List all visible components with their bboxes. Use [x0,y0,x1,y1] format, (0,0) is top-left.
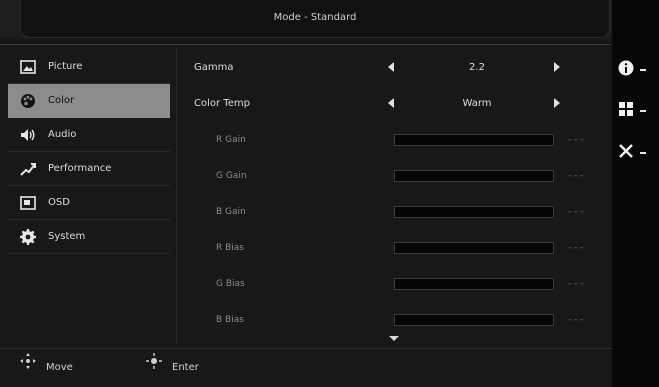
sidebar: Picture Color Audio Performance OSD Syst… [0,50,172,254]
dash-icon [640,152,646,154]
slider-label: R Gain [216,135,246,145]
sidebar-item-audio[interactable]: Audio [8,118,170,152]
sidebar-item-label: Color [48,95,75,106]
gamma-value: 2.2 [469,62,485,73]
speaker-icon [20,127,36,143]
sidebar-item-label: Audio [48,129,77,140]
mode-title: Mode - Standard [273,12,357,23]
slider-track[interactable] [394,314,554,326]
hotkey-menu[interactable] [618,101,656,121]
arrow-left-icon[interactable] [388,98,394,108]
g-bias-slider[interactable]: G Bias - - - [180,266,610,302]
slider-value: - - - [568,207,584,217]
slider-label: B Gain [216,207,246,217]
slider-value: - - - [568,243,584,253]
color-temp-setting[interactable]: Color Temp Warm [180,86,610,122]
slider-label: G Bias [216,279,245,289]
performance-icon [20,161,36,177]
move-hint: Move [20,350,73,384]
enter-label: Enter [172,362,199,373]
enter-hint: Enter [146,350,199,384]
dash-icon [640,69,646,71]
slider-track[interactable] [394,170,554,182]
enter-button-icon [146,350,162,384]
slider-value: - - - [568,315,584,325]
slider-track[interactable] [394,278,554,290]
gamma-setting[interactable]: Gamma 2.2 [180,50,610,86]
sidebar-item-label: Performance [48,163,112,174]
slider-label: G Gain [216,171,247,181]
sidebar-item-color[interactable]: Color [8,84,170,118]
b-gain-slider[interactable]: B Gain - - - [180,194,610,230]
hotkey-info[interactable] [618,60,656,80]
color-palette-icon [20,93,36,109]
sidebar-item-label: System [48,231,86,242]
sidebar-item-label: OSD [48,197,70,208]
gamma-label: Gamma [194,62,234,73]
color-temp-label: Color Temp [194,98,250,109]
slider-track[interactable] [394,134,554,146]
slider-value: - - - [568,171,584,181]
color-temp-value: Warm [462,98,492,109]
r-bias-slider[interactable]: R Bias - - - [180,230,610,266]
menu-grid-icon [618,101,634,121]
sidebar-item-osd[interactable]: OSD [8,186,170,220]
slider-label: B Bias [216,315,244,325]
hotkey-close[interactable] [618,143,656,163]
scroll-down-icon[interactable] [389,336,399,341]
divider [0,44,612,45]
slider-value: - - - [568,135,584,145]
g-gain-slider[interactable]: G Gain - - - [180,158,610,194]
slider-track[interactable] [394,206,554,218]
move-label: Move [46,362,73,373]
settings-panel: Gamma 2.2 Color Temp Warm R Gain - - - G… [180,50,610,338]
osd-panel: Mode - Standard Picture Color Audio Perf… [0,0,612,387]
r-gain-slider[interactable]: R Gain - - - [180,122,610,158]
divider [176,48,177,344]
hotkey-column [612,0,659,387]
close-icon [618,143,634,163]
arrow-right-icon[interactable] [554,98,560,108]
info-icon [618,60,634,80]
sidebar-item-picture[interactable]: Picture [8,50,170,84]
osd-icon [20,195,36,211]
gear-icon [20,229,36,245]
dash-icon [640,110,646,112]
arrow-right-icon[interactable] [554,62,560,72]
sidebar-item-system[interactable]: System [8,220,170,254]
title-bar: Mode - Standard [0,0,612,38]
divider [0,348,612,349]
slider-value: - - - [568,279,584,289]
sidebar-item-label: Picture [48,61,83,72]
slider-label: R Bias [216,243,244,253]
move-dpad-icon [20,350,36,384]
sidebar-item-performance[interactable]: Performance [8,152,170,186]
slider-track[interactable] [394,242,554,254]
b-bias-slider[interactable]: B Bias - - - [180,302,610,338]
picture-icon [20,59,36,75]
arrow-left-icon[interactable] [388,62,394,72]
